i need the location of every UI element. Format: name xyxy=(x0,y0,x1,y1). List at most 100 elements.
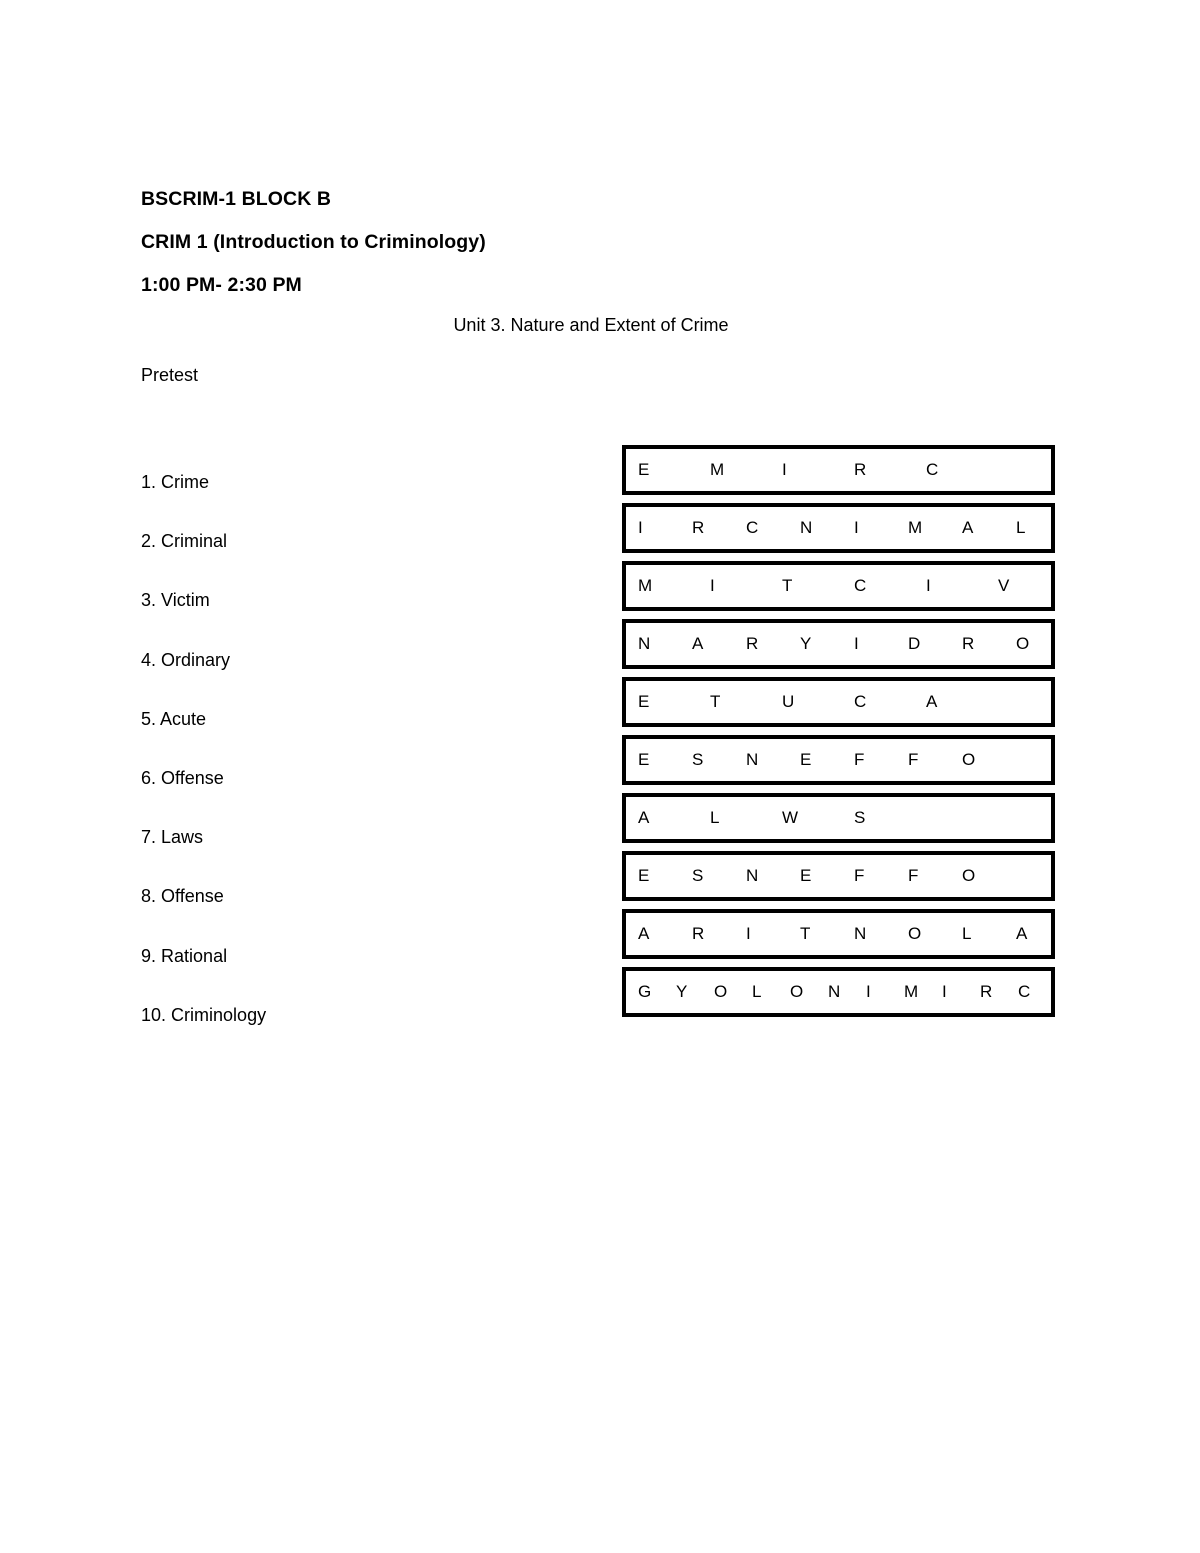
scrambled-row-letters: MITCIV xyxy=(638,565,1047,607)
scrambled-letter: O xyxy=(1016,634,1030,653)
list-item: 10. Criminology xyxy=(141,1004,561,1063)
scrambled-letter: I xyxy=(866,982,871,1001)
scrambled-letter: M xyxy=(638,576,653,595)
list-item-word: Ordinary xyxy=(161,649,231,670)
scrambled-letter: C xyxy=(746,518,759,537)
scrambled-letter: O xyxy=(908,924,922,943)
list-item-number: 3. xyxy=(141,590,157,611)
scrambled-letter: E xyxy=(638,460,650,479)
list-item: 1. Crime xyxy=(141,471,561,530)
scrambled-letter: L xyxy=(962,924,972,943)
scrambled-letter: E xyxy=(638,750,650,769)
list-item: 5. Acute xyxy=(141,708,561,767)
scrambled-row: ALWS xyxy=(622,793,1055,843)
scrambled-letter: M xyxy=(904,982,919,1001)
scrambled-letter: F xyxy=(854,866,865,885)
scrambled-letter: W xyxy=(782,808,799,827)
scrambled-letter: I xyxy=(782,460,787,479)
list-item-number: 2. xyxy=(141,531,157,552)
list-item-word: Offense xyxy=(161,767,224,788)
list-item: 3. Victim xyxy=(141,589,561,648)
scrambled-letter: N xyxy=(828,982,841,1001)
scrambled-letter: T xyxy=(800,924,811,943)
scrambled-letter: V xyxy=(998,576,1010,595)
scrambled-row: ESNEFFO xyxy=(622,851,1055,901)
scrambled-letter: R xyxy=(854,460,867,479)
scrambled-letter: R xyxy=(962,634,975,653)
list-item: 9. Rational xyxy=(141,945,561,1004)
scrambled-letter: N xyxy=(638,634,651,653)
header-line-course-block: BSCRIM-1 BLOCK B xyxy=(141,188,332,210)
scrambled-row-letters: NARYIDRO xyxy=(638,623,1047,665)
scrambled-row-letters: ALWS xyxy=(638,797,1047,839)
scrambled-letter: D xyxy=(908,634,921,653)
scrambled-letter: C xyxy=(854,576,867,595)
scrambled-row: ARITNOLA xyxy=(622,909,1055,959)
list-item-number: 1. xyxy=(141,472,157,492)
scrambled-row: EMIRC xyxy=(622,445,1055,495)
scrambled-row-letters: EMIRC xyxy=(638,449,1047,491)
scrambled-letter: Y xyxy=(676,982,688,1001)
list-item-word: Rational xyxy=(161,945,228,966)
scrambled-letter: L xyxy=(1016,518,1026,537)
scrambled-letter: G xyxy=(638,982,652,1001)
scrambled-letter: A xyxy=(638,924,650,943)
scrambled-letter: C xyxy=(1018,982,1031,1001)
scrambled-letter: C xyxy=(926,460,939,479)
list-item-number: 8. xyxy=(141,886,157,907)
scrambled-letter: L xyxy=(752,982,762,1001)
scrambled-letter: F xyxy=(908,750,919,769)
list-item-word: Victim xyxy=(161,590,210,611)
list-item: 6. Offense xyxy=(141,767,561,826)
scrambled-row-letters: IRCNIMAL xyxy=(638,507,1047,549)
list-item: 4. Ordinary xyxy=(141,649,561,708)
scrambled-letter: O xyxy=(962,866,976,885)
scrambled-letter: E xyxy=(638,866,650,885)
scrambled-letter: O xyxy=(962,750,976,769)
scrambled-letter: E xyxy=(638,692,650,711)
scrambled-letter: F xyxy=(908,866,919,885)
list-item-word: Laws xyxy=(161,827,204,848)
list-item-word: Offense xyxy=(161,886,224,907)
scrambled-letter: I xyxy=(942,982,947,1001)
scrambled-letter: A xyxy=(638,808,650,827)
scrambled-letter: S xyxy=(692,866,704,885)
scrambled-row-letters: ESNEFFO xyxy=(638,855,1047,897)
scrambled-letter: S xyxy=(692,750,704,769)
document-page: BSCRIM-1 BLOCK B CRIM 1 (Introduction to… xyxy=(0,0,1200,1553)
scrambled-letter: A xyxy=(926,692,938,711)
scrambled-letter: A xyxy=(962,518,974,537)
scrambled-letter: O xyxy=(714,982,728,1001)
scrambled-letter: I xyxy=(854,518,859,537)
list-item-word: Crime xyxy=(161,472,210,492)
scrambled-letter: M xyxy=(710,460,725,479)
scrambled-letter: Y xyxy=(800,634,812,653)
scrambled-row-letters: ETUCA xyxy=(638,681,1047,723)
scrambled-letter: I xyxy=(854,634,859,653)
scrambled-row: MITCIV xyxy=(622,561,1055,611)
list-item-word: Acute xyxy=(160,708,207,729)
scrambled-row-letters: GYOLONIMIRC xyxy=(638,971,1047,1013)
header-line-course-title: CRIM 1 (Introduction to Criminology) xyxy=(141,231,486,253)
scrambled-letter: E xyxy=(800,750,812,769)
list-item: 7. Laws xyxy=(141,826,561,885)
scrambled-letter: R xyxy=(980,982,993,1001)
scrambled-letter: E xyxy=(800,866,812,885)
scrambled-row-letters: ARITNOLA xyxy=(638,913,1047,955)
list-item-number: 4. xyxy=(141,649,157,670)
scrambled-letter: T xyxy=(782,576,793,595)
scrambled-letter: S xyxy=(854,808,866,827)
scrambled-letter: L xyxy=(710,808,720,827)
scrambled-letter: I xyxy=(926,576,931,595)
scrambled-letter: A xyxy=(692,634,704,653)
section-label-pretest: Pretest xyxy=(141,365,199,385)
list-item-number: 5. xyxy=(141,708,157,729)
scrambled-letter: N xyxy=(746,866,759,885)
document-header: BSCRIM-1 BLOCK B CRIM 1 (Introduction to… xyxy=(141,178,1041,307)
scrambled-letter: C xyxy=(854,692,867,711)
scrambled-letter: N xyxy=(854,924,867,943)
scrambled-letter: O xyxy=(790,982,804,1001)
scrambled-row: NARYIDRO xyxy=(622,619,1055,669)
scrambled-letter: A xyxy=(1016,924,1028,943)
list-item-number: 6. xyxy=(141,767,157,788)
